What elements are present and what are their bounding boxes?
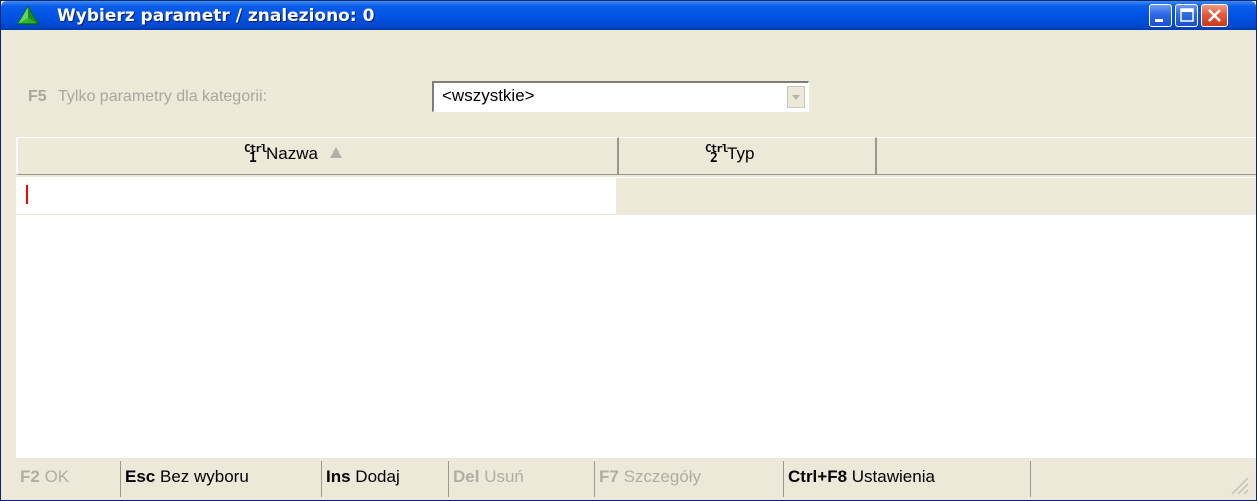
settings-button[interactable]: Ctrl+F8 Ustawienia bbox=[784, 461, 1031, 497]
column-label-typ: Typ bbox=[727, 144, 755, 163]
details-button[interactable]: F7 Szczegóły bbox=[595, 461, 784, 497]
category-select[interactable]: <wszystkie> bbox=[432, 81, 809, 112]
dialog-window: Wybierz parametr / znaleziono: 0 F5 Tylk… bbox=[0, 0, 1257, 501]
resize-grip-icon[interactable] bbox=[1228, 474, 1250, 496]
chevron-down-icon bbox=[792, 95, 800, 100]
close-button[interactable] bbox=[1201, 4, 1228, 27]
column-label-nazwa: Nazwa bbox=[266, 144, 318, 163]
search-input[interactable] bbox=[16, 178, 616, 215]
table-header: Ctrl 1 Nazwa Ctrl 2 Typ bbox=[16, 137, 1256, 177]
column-header-filler bbox=[877, 137, 1256, 175]
dropdown-button[interactable] bbox=[787, 86, 805, 108]
green-pyramid-icon bbox=[16, 5, 40, 26]
category-select-value: <wszystkie> bbox=[442, 86, 535, 105]
add-button[interactable]: Ins Dodaj bbox=[322, 461, 449, 497]
text-cursor bbox=[26, 185, 28, 204]
maximize-button[interactable] bbox=[1175, 4, 1198, 27]
minimize-button[interactable] bbox=[1149, 4, 1172, 27]
delete-button[interactable]: Del Usuń bbox=[449, 461, 595, 497]
filter-shortcut-key: F5 bbox=[28, 88, 47, 105]
search-row bbox=[16, 178, 1256, 215]
footer-toolbar: F2 OK Esc Bez wyboru Ins Dodaj Del Usuń … bbox=[16, 459, 1256, 500]
maximize-icon bbox=[1180, 8, 1194, 22]
ctrl-shortcut-hint: Ctrl 2 bbox=[705, 142, 728, 166]
ctrl-shortcut-hint: Ctrl 1 bbox=[244, 142, 267, 166]
column-header-typ[interactable]: Ctrl 2 Typ bbox=[619, 137, 877, 175]
sort-ascending-icon bbox=[329, 147, 342, 159]
category-filter-bar: F5 Tylko parametry dla kategorii: <wszys… bbox=[16, 71, 1256, 123]
ok-button[interactable]: F2 OK bbox=[16, 461, 121, 497]
column-header-nazwa[interactable]: Ctrl 1 Nazwa bbox=[16, 137, 619, 175]
title-bar[interactable]: Wybierz parametr / znaleziono: 0 bbox=[1, 1, 1256, 30]
minimize-icon bbox=[1155, 19, 1163, 22]
window-title: Wybierz parametr / znaleziono: 0 bbox=[57, 6, 375, 26]
no-selection-button[interactable]: Esc Bez wyboru bbox=[121, 461, 322, 497]
filter-label: Tylko parametry dla kategorii: bbox=[58, 88, 267, 105]
parameters-table: Ctrl 1 Nazwa Ctrl 2 Typ bbox=[16, 137, 1256, 458]
close-icon bbox=[1208, 9, 1221, 22]
search-row-type-cell bbox=[616, 178, 1256, 215]
